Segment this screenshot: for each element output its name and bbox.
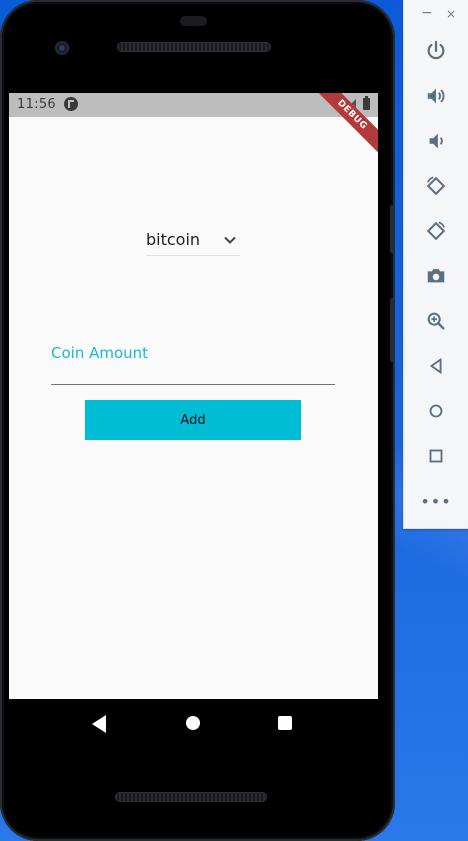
android-nav-bar: [9, 699, 378, 749]
more-icon: •••: [420, 491, 452, 511]
battery-icon: [363, 96, 370, 110]
overview-button[interactable]: [420, 440, 452, 472]
volume-up-icon: [427, 88, 445, 104]
zoom-button[interactable]: [420, 305, 452, 337]
front-camera-icon: [55, 41, 69, 55]
home-button[interactable]: [420, 395, 452, 427]
dropdown-selected-value: bitcoin: [146, 230, 201, 249]
status-time: 11:56: [17, 97, 56, 112]
bottom-speaker-grille: [115, 792, 267, 802]
screenshot-button[interactable]: [420, 260, 452, 292]
nav-back-icon[interactable]: [92, 715, 106, 733]
zoom-icon: [427, 312, 445, 330]
coin-amount-input[interactable]: [51, 364, 339, 384]
close-button[interactable]: ×: [446, 7, 456, 21]
nav-home-icon[interactable]: [186, 716, 200, 730]
earpiece-notch: [180, 16, 207, 26]
volume-down-button[interactable]: [420, 125, 452, 157]
rotate-left-button[interactable]: [420, 170, 452, 202]
power-button[interactable]: [420, 35, 452, 67]
add-button[interactable]: Add: [85, 400, 301, 440]
toolbar-window-controls: − ×: [404, 0, 468, 32]
volume-up-button[interactable]: [420, 80, 452, 112]
coin-amount-label: Coin Amount: [51, 344, 149, 362]
back-icon: [429, 357, 442, 375]
power-icon: [427, 40, 445, 60]
rotate-right-button[interactable]: [420, 215, 452, 247]
more-button[interactable]: •••: [420, 485, 452, 517]
minimize-button[interactable]: −: [421, 5, 433, 21]
rotate-left-icon: [426, 176, 446, 196]
side-power-button: [390, 298, 395, 362]
back-button[interactable]: [420, 350, 452, 382]
side-volume-button: [390, 205, 395, 253]
home-icon: [429, 404, 443, 418]
volume-down-icon: [429, 133, 443, 149]
top-speaker-grille: [117, 42, 271, 52]
coin-amount-field[interactable]: Coin Amount: [51, 338, 339, 385]
chevron-down-icon: [224, 236, 236, 244]
camera-icon: [427, 269, 445, 283]
nav-recents-icon[interactable]: [278, 716, 292, 730]
coin-dropdown[interactable]: bitcoin: [146, 227, 240, 256]
app-screen: 11:56 DEBUG bitcoin Coin Amount Add: [9, 93, 378, 699]
overview-icon: [429, 449, 443, 463]
emulator-toolbar: − × •••: [403, 0, 468, 529]
app-notification-icon: [64, 97, 78, 111]
rotate-right-icon: [426, 221, 446, 241]
